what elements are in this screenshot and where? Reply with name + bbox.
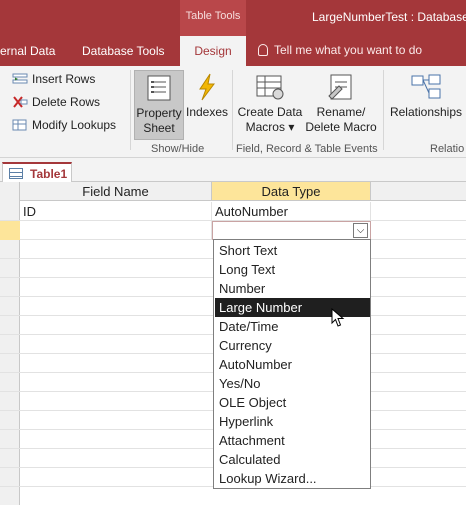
tab-design[interactable]: Design <box>180 36 246 66</box>
row-selector[interactable] <box>0 430 20 449</box>
group-label-field-record: Field, Record & Table Events <box>236 143 378 155</box>
property-sheet-label-1: Property <box>136 106 182 120</box>
table-icon <box>9 168 23 179</box>
column-header-field-name[interactable]: Field Name <box>20 182 212 201</box>
ribbon-separator <box>383 70 384 150</box>
row-selector[interactable] <box>0 221 20 240</box>
dropdown-option-autonumber[interactable]: AutoNumber <box>215 355 370 374</box>
row-selector[interactable] <box>0 411 20 430</box>
rename-macro-icon <box>328 74 352 100</box>
dropdown-option-calculated[interactable]: Calculated <box>215 450 370 469</box>
row-selector[interactable] <box>0 278 20 297</box>
data-macro-icon <box>256 75 284 100</box>
dropdown-option-hyperlink[interactable]: Hyperlink <box>215 412 370 431</box>
delete-rows-label: Delete Rows <box>32 95 101 109</box>
dropdown-option-ole-object[interactable]: OLE Object <box>215 393 370 412</box>
property-sheet-button[interactable]: Property Sheet <box>134 70 184 140</box>
row-selector[interactable] <box>0 316 20 335</box>
property-sheet-label-2: Sheet <box>143 121 175 135</box>
indexes-button[interactable]: Indexes <box>186 70 228 120</box>
relationships-label: Relationships <box>389 105 463 119</box>
row-selector[interactable] <box>0 202 20 221</box>
property-sheet-icon <box>147 75 171 101</box>
rename-delete-macro-label-1: Rename/ <box>316 105 366 119</box>
tell-me-search[interactable]: Tell me what you want to do <box>258 43 422 57</box>
dropdown-option-lookup-wizard[interactable]: Lookup Wizard... <box>215 469 370 488</box>
insert-rows-label: Insert Rows <box>32 72 96 86</box>
chevron-down-icon[interactable]: ⌵ <box>353 223 368 238</box>
create-data-macros-button[interactable]: Create Data Macros ▾ <box>237 70 303 135</box>
delete-rows-button[interactable]: Delete Rows <box>12 95 100 113</box>
modify-lookups-button[interactable]: Modify Lookups <box>12 118 116 136</box>
title-bar: Table Tools LargeNumberTest : Database- <box>0 0 466 36</box>
indexes-label: Indexes <box>186 105 229 119</box>
modify-lookups-label: Modify Lookups <box>32 118 117 132</box>
row-selector[interactable] <box>0 449 20 468</box>
ribbon-tabs: ernal Data Database Tools Design Tell me… <box>0 36 466 66</box>
document-tab-bar: Table1 <box>0 158 466 183</box>
table-row-current[interactable]: ⌵ <box>0 221 466 240</box>
dropdown-option-number[interactable]: Number <box>215 279 370 298</box>
relationships-icon <box>411 74 441 99</box>
window-title: LargeNumberTest : Database- <box>312 10 466 24</box>
tell-me-label: Tell me what you want to do <box>274 43 423 57</box>
ribbon: Insert Rows Delete Rows Modify Lookups P… <box>0 66 466 158</box>
dropdown-option-yes-no[interactable]: Yes/No <box>215 374 370 393</box>
context-group-label: Table Tools <box>185 10 241 22</box>
field-name-cell[interactable]: ID <box>20 202 212 221</box>
row-selector[interactable] <box>0 392 20 411</box>
insert-rows-button[interactable]: Insert Rows <box>12 72 95 90</box>
lightning-icon <box>199 73 215 101</box>
row-selector[interactable] <box>0 335 20 354</box>
modify-lookups-icon <box>12 119 27 131</box>
dropdown-option-attachment[interactable]: Attachment <box>215 431 370 450</box>
create-data-macros-label-1: Create Data <box>237 105 303 119</box>
group-label-show-hide: Show/Hide <box>151 143 205 155</box>
ribbon-separator <box>130 70 131 150</box>
insert-rows-icon <box>12 73 28 84</box>
row-selector[interactable] <box>0 354 20 373</box>
rename-delete-macro-label-2: Delete Macro <box>305 120 377 134</box>
field-name-cell[interactable] <box>20 221 212 240</box>
create-data-macros-label-2: Macros ▾ <box>245 120 295 134</box>
ribbon-separator <box>232 70 233 150</box>
table-row[interactable]: ID AutoNumber <box>0 202 466 221</box>
data-type-combobox[interactable]: ⌵ <box>212 221 371 240</box>
document-tab-label: Table1 <box>30 167 68 181</box>
row-selector[interactable] <box>0 373 20 392</box>
group-label-relationships: Relatio <box>430 143 465 155</box>
row-selector[interactable] <box>0 468 20 487</box>
data-type-cell[interactable]: AutoNumber <box>212 202 371 221</box>
row-selector[interactable] <box>0 259 20 278</box>
context-tab-group: Table Tools <box>180 0 246 36</box>
dropdown-option-short-text[interactable]: Short Text <box>215 241 370 260</box>
document-tab-table1[interactable]: Table1 <box>2 162 72 183</box>
row-selector[interactable] <box>0 297 20 316</box>
column-header-data-type[interactable]: Data Type <box>212 182 371 201</box>
tab-database-tools[interactable]: Database Tools <box>82 44 165 58</box>
lightbulb-icon <box>258 44 268 56</box>
dropdown-option-long-text[interactable]: Long Text <box>215 260 370 279</box>
data-type-dropdown-list: Short Text Long Text Number Large Number… <box>213 239 371 489</box>
mouse-pointer-icon <box>331 308 345 327</box>
row-selector[interactable] <box>0 240 20 259</box>
relationships-button[interactable]: Relationships <box>388 70 464 120</box>
dropdown-option-currency[interactable]: Currency <box>215 336 370 355</box>
delete-rows-icon <box>13 96 28 108</box>
rename-delete-macro-button[interactable]: Rename/ Delete Macro <box>304 70 378 135</box>
tab-external-data[interactable]: ernal Data <box>0 44 55 58</box>
column-header-description[interactable] <box>371 182 466 201</box>
